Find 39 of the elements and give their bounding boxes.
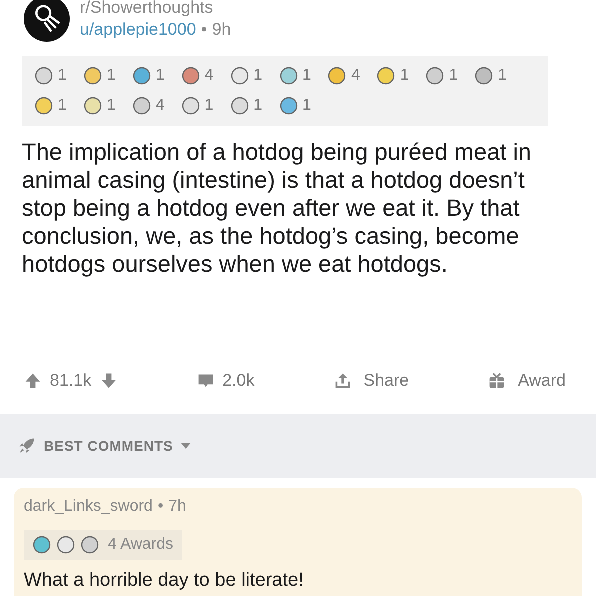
subreddit-name[interactable]: r/Showerthoughts (80, 0, 232, 18)
award-count: 1 (449, 67, 458, 85)
award-count: 1 (254, 67, 263, 85)
award-count: 4 (351, 67, 360, 85)
award-count: 1 (400, 67, 410, 85)
downvote-icon[interactable] (100, 372, 118, 390)
award-count: 1 (498, 67, 508, 85)
award-count: 1 (58, 67, 67, 85)
award-count: 4 (156, 97, 165, 115)
award-count: 1 (58, 97, 67, 115)
award-count: 4 (204, 67, 214, 85)
comment-author[interactable]: dark_Links_sword (24, 498, 153, 516)
vote-score: 81.1k (50, 371, 92, 391)
upvote-icon[interactable] (24, 372, 42, 390)
separator-dot: • (158, 498, 164, 516)
award-count: 1 (106, 67, 116, 85)
post-time: 9h (212, 20, 232, 40)
award-count: 1 (204, 97, 214, 115)
awards-count: 4 Awards (108, 536, 174, 554)
award-button[interactable]: Award (488, 371, 566, 391)
comment-body: What a horrible day to be literate! (24, 570, 305, 592)
award-count: 1 (156, 67, 165, 85)
sort-dropdown[interactable]: BEST COMMENTS (18, 437, 192, 455)
award-count: 1 (254, 97, 263, 115)
post-body: The implication of a hotdog being puréed meat in animal casing (intestine) is that a hotdog doesn’t stop being a hotdog even after we eat it. By that conclusion, we, as the hotdog’s casing, become hotdogs ourselves when we eat hotdogs. (22, 138, 532, 279)
award-count: 1 (302, 97, 312, 115)
subreddit-avatar-icon[interactable] (24, 0, 70, 42)
award-count: 1 (106, 97, 116, 115)
rocket-icon (18, 437, 36, 455)
separator-dot: • (201, 20, 208, 40)
share-button[interactable]: Share (334, 371, 410, 391)
comment-count: 2.0k (222, 371, 255, 391)
caret-icon (181, 443, 192, 449)
comment-time: 7h (168, 498, 186, 516)
share-icon (334, 372, 352, 390)
gift-icon (488, 372, 506, 390)
comment-icon[interactable] (196, 372, 215, 390)
award-count: 1 (302, 67, 312, 85)
author-link[interactable]: u/applepie1000 (80, 20, 196, 40)
